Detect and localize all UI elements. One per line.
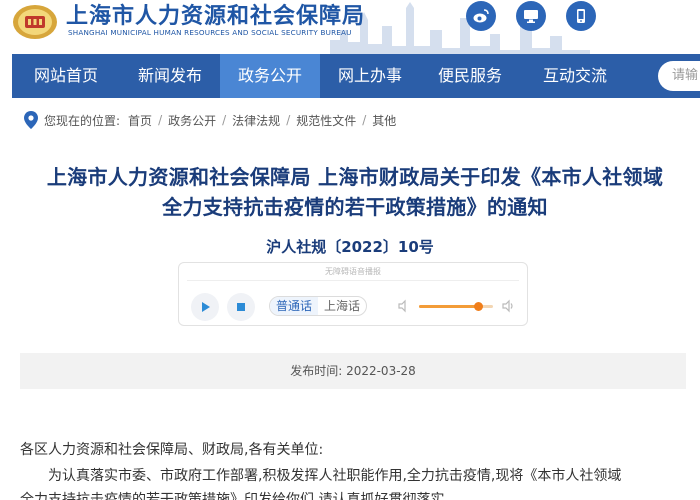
breadcrumb-label: 您现在的位置: <box>44 113 121 128</box>
voice-option-mandarin[interactable]: 普通话 <box>270 297 319 315</box>
volume-down-icon[interactable] <box>397 299 411 313</box>
publish-date: 2022-03-28 <box>346 364 416 378</box>
site-header: 上海市人力资源和社会保障局 SHANGHAI MUNICIPAL HUMAN R… <box>0 0 700 54</box>
article-title-line-1: 上海市人力资源和社会保障局 上海市财政局关于印发《本市人社领域 <box>46 165 664 189</box>
article-paragraph-1: 为认真落实市委、市政府工作部署,积极发挥人社职能作用,全力抗击疫情,现将《本市人… <box>48 468 622 484</box>
volume-up-icon[interactable] <box>501 299 515 313</box>
nav-news[interactable]: 新闻发布 <box>120 54 220 98</box>
breadcrumb-normative-docs[interactable]: 规范性文件 <box>296 112 356 129</box>
breadcrumb-laws[interactable]: 法律法规 <box>232 112 280 129</box>
play-button[interactable] <box>191 293 219 321</box>
voice-option-shanghainese[interactable]: 上海话 <box>318 297 366 315</box>
article-title-line-2: 全力支持抗击疫情的若干政策措施》的通知 <box>162 195 548 219</box>
breadcrumb-separator: / <box>286 113 291 127</box>
publish-label: 发布时间: <box>290 364 343 378</box>
player-caption: 无障碍语音播报 <box>325 267 381 276</box>
breadcrumb-separator: / <box>222 113 227 127</box>
nav-online-services[interactable]: 网上办事 <box>320 54 420 98</box>
bureau-emblem-icon[interactable] <box>12 3 58 41</box>
breadcrumb-home[interactable]: 首页 <box>128 112 152 129</box>
skyline-decoration <box>330 2 590 54</box>
site-name-english: SHANGHAI MUNICIPAL HUMAN RESOURCES AND S… <box>68 28 352 37</box>
voice-selector: 普通话 上海话 <box>269 296 368 316</box>
nav-interaction[interactable]: 互动交流 <box>520 54 630 98</box>
site-name[interactable]: 上海市人力资源和社会保障局 <box>66 0 365 30</box>
breadcrumb: 您现在的位置: 首页 / 政务公开 / 法律法规 / 规范性文件 / 其他 <box>24 108 396 132</box>
nav-government-affairs[interactable]: 政务公开 <box>220 54 320 98</box>
audio-player: 无障碍语音播报 普通话 上海话 <box>178 262 528 326</box>
stop-icon <box>237 303 245 311</box>
mobile-icon[interactable] <box>566 1 596 31</box>
volume-handle[interactable] <box>473 302 483 311</box>
play-icon <box>202 302 210 312</box>
nav-convenience-services[interactable]: 便民服务 <box>420 54 520 98</box>
article-paragraph-2: 全力支持抗击疫情的若干政策措施》印发给你们,请认真抓好贯彻落实。 <box>20 492 459 500</box>
breadcrumb-separator: / <box>362 113 367 127</box>
breadcrumb-government-affairs[interactable]: 政务公开 <box>168 112 216 129</box>
computer-icon[interactable] <box>516 1 546 31</box>
volume-slider[interactable] <box>419 302 493 311</box>
nav-home[interactable]: 网站首页 <box>12 54 120 98</box>
document-number: 沪人社规〔2022〕10号 <box>266 238 434 256</box>
player-divider <box>187 280 519 281</box>
stop-button[interactable] <box>227 293 255 321</box>
breadcrumb-other[interactable]: 其他 <box>372 112 396 129</box>
breadcrumb-separator: / <box>158 113 163 127</box>
article-title: 上海市人力资源和社会保障局 上海市财政局关于印发《本市人社领域 全力支持抗击疫情… <box>20 162 690 222</box>
main-navigation: 网站首页 新闻发布 政务公开 网上办事 便民服务 互动交流 请输 <box>12 54 700 98</box>
publish-info-bar: 发布时间: 2022-03-28 <box>20 353 686 389</box>
location-pin-icon <box>24 111 38 129</box>
article-salutation: 各区人力资源和社会保障局、财政局,各有关单位: <box>20 442 324 458</box>
volume-fill <box>419 305 479 308</box>
weibo-icon[interactable] <box>466 1 496 31</box>
search-input[interactable]: 请输 <box>658 61 700 91</box>
